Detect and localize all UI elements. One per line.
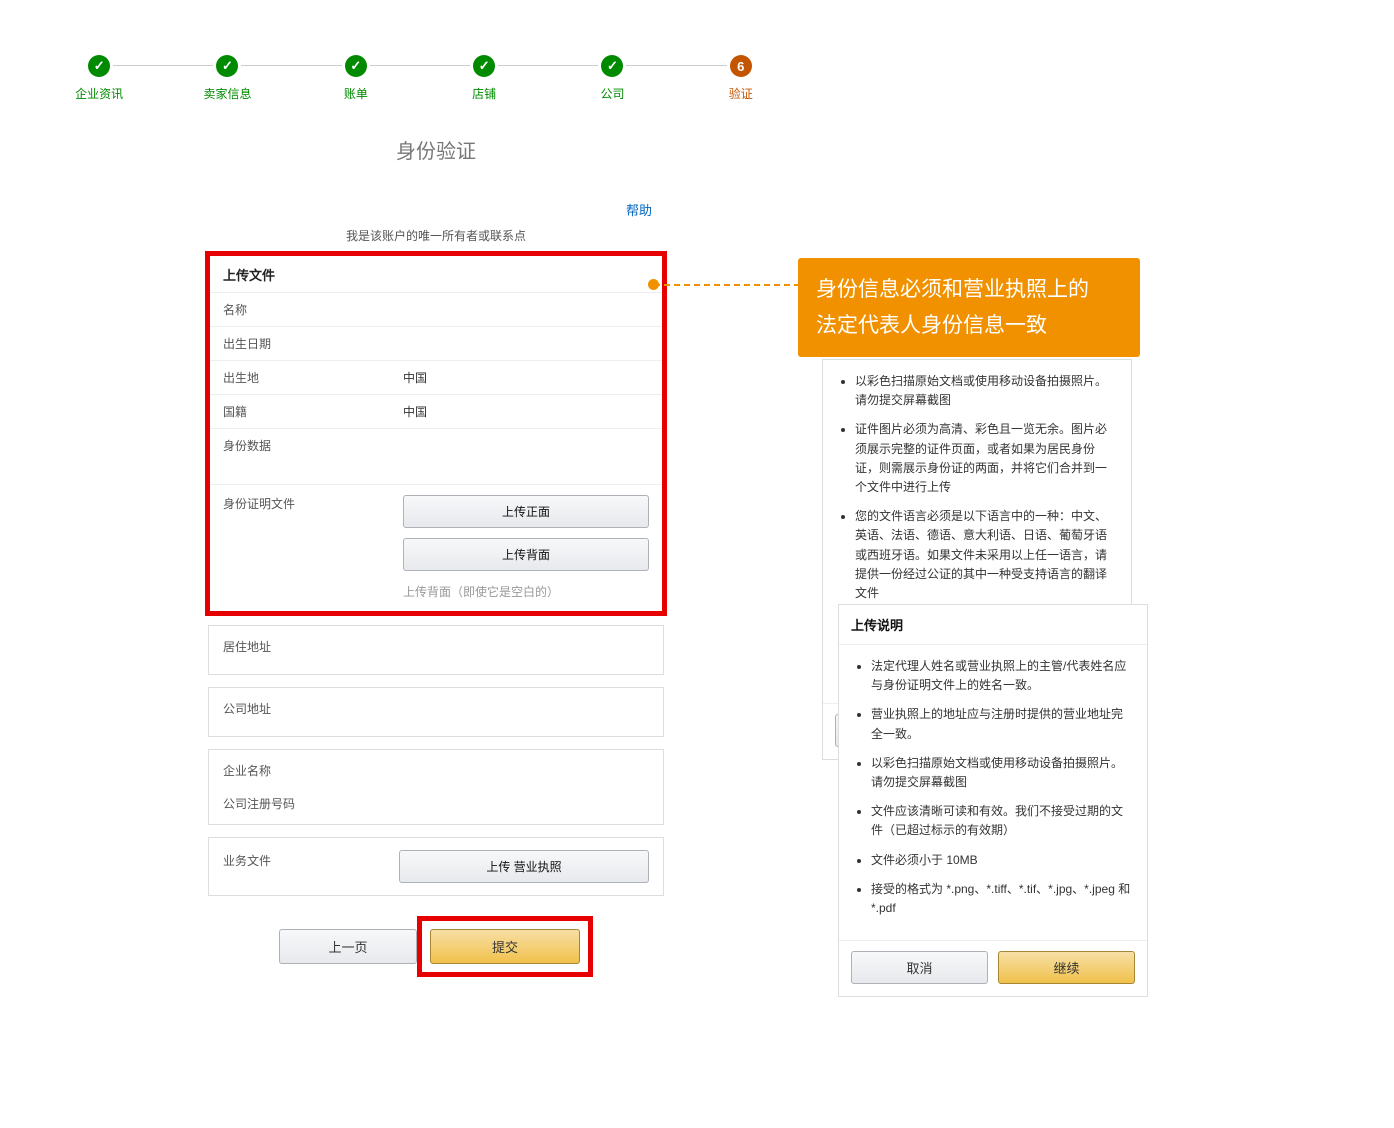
step-label: 公司 (600, 85, 624, 102)
label-company-address: 公司地址 (209, 692, 389, 725)
label-company-name: 企业名称 (209, 754, 389, 787)
annotation-connector (654, 284, 800, 286)
submit-highlight-box: 提交 (417, 916, 593, 977)
previous-button[interactable]: 上一页 (279, 929, 417, 964)
value-company-reg (389, 787, 663, 820)
panel2-title: 上传说明 (839, 605, 1147, 645)
panel2-continue-button[interactable]: 继续 (998, 951, 1135, 984)
upload-back-button[interactable]: 上传背面 (403, 538, 649, 571)
rule-item: 证件图片必须为高清、彩色且一览无余。图片必须展示完整的证件页面，或者如果为居民身… (855, 420, 1117, 497)
rule-item: 以彩色扫描原始文档或使用移动设备拍摄照片。请勿提交屏幕截图 (855, 372, 1117, 410)
residence-address-card: 居住地址 (208, 625, 664, 675)
value-residence-address (389, 630, 663, 663)
step-6: 6 验证 (677, 55, 805, 102)
upload-business-license-button[interactable]: 上传 营业执照 (399, 850, 649, 883)
label-residence-address: 居住地址 (209, 630, 389, 663)
row-name: 名称 (209, 292, 663, 326)
label-id-document: 身份证明文件 (209, 485, 389, 583)
page-title: 身份验证 (208, 135, 664, 164)
upload-instructions-panel: 上传说明 法定代理人姓名或营业执照上的主管/代表姓名应与身份证明文件上的姓名一致… (838, 604, 1148, 997)
step-3: 账单 (292, 55, 420, 102)
upload-documents-card: 上传文件 名称 出生日期 出生地 中国 国籍 中国 身份数据 身份证明文件 上传… (208, 254, 664, 613)
check-icon (601, 55, 623, 77)
step-label: 账单 (344, 85, 368, 102)
row-birthplace: 出生地 中国 (209, 360, 663, 394)
label-company-reg: 公司注册号码 (209, 787, 389, 820)
check-icon (473, 55, 495, 77)
submit-button[interactable]: 提交 (430, 929, 580, 964)
step-5: 公司 (548, 55, 676, 102)
rule-item: 法定代理人姓名或营业执照上的主管/代表姓名应与身份证明文件上的姓名一致。 (871, 657, 1133, 695)
section-title: 上传文件 (209, 255, 663, 292)
value-id-data (389, 429, 663, 476)
step-1: 企业资讯 (35, 55, 163, 102)
value-name (389, 293, 663, 326)
label-id-data: 身份数据 (209, 429, 389, 476)
value-birthplace: 中国 (389, 361, 663, 394)
step-label: 卖家信息 (203, 85, 251, 102)
step-4: 店铺 (420, 55, 548, 102)
step-label: 店铺 (472, 85, 496, 102)
label-business-document: 业务文件 (209, 842, 389, 891)
row-id-data: 身份数据 (209, 428, 663, 476)
upload-front-button[interactable]: 上传正面 (403, 495, 649, 528)
step-label: 验证 (729, 85, 753, 102)
rule-item: 以彩色扫描原始文档或使用移动设备拍摄照片。请勿提交屏幕截图 (871, 754, 1133, 792)
label-nationality: 国籍 (209, 395, 389, 428)
label-dob: 出生日期 (209, 327, 389, 360)
rule-item: 文件应该清晰可读和有效。我们不接受过期的文件（已超过标示的有效期） (871, 802, 1133, 840)
annotation-callout: 身份信息必须和营业执照上的 法定代表人身份信息一致 (798, 258, 1140, 357)
help-link[interactable]: 帮助 (626, 203, 652, 218)
main-form: 帮助 我是该账户的唯一所有者或联系点 上传文件 名称 出生日期 出生地 中国 国… (208, 180, 664, 977)
label-birthplace: 出生地 (209, 361, 389, 394)
callout-line2: 法定代表人身份信息一致 (816, 314, 1047, 337)
rule-item: 您的文件语言必须是以下语言中的一种：中文、英语、法语、德语、意大利语、日语、葡萄… (855, 507, 1117, 603)
company-address-card: 公司地址 (208, 687, 664, 737)
panel2-cancel-button[interactable]: 取消 (851, 951, 988, 984)
company-info-card: 企业名称 公司注册号码 (208, 749, 664, 825)
label-name: 名称 (209, 293, 389, 326)
step-2: 卖家信息 (163, 55, 291, 102)
business-document-card: 业务文件 上传 营业执照 (208, 837, 664, 896)
value-company-address (389, 692, 663, 725)
row-nationality: 国籍 中国 (209, 394, 663, 428)
value-company-name (389, 754, 663, 787)
rule-item: 营业执照上的地址应与注册时提供的营业地址完全一致。 (871, 705, 1133, 743)
step-current-icon: 6 (730, 55, 752, 77)
callout-line1: 身份信息必须和营业执照上的 (816, 278, 1089, 301)
upload-back-hint: 上传背面（即使它是空白的） (389, 583, 663, 612)
rule-item: 接受的格式为 *.png、*.tiff、*.tif、*.jpg、*.jpeg 和… (871, 880, 1133, 918)
check-icon (88, 55, 110, 77)
progress-stepper: 企业资讯 卖家信息 账单 店铺 公司 6 验证 (35, 55, 805, 102)
step-label: 企业资讯 (75, 85, 123, 102)
value-nationality: 中国 (389, 395, 663, 428)
rules-list-2: 法定代理人姓名或营业执照上的主管/代表姓名应与身份证明文件上的姓名一致。 营业执… (839, 645, 1147, 940)
check-icon (216, 55, 238, 77)
rule-item: 文件必须小于 10MB (871, 851, 1133, 870)
owner-statement: 我是该账户的唯一所有者或联系点 (208, 227, 664, 244)
row-id-document: 身份证明文件 上传正面 上传背面 (209, 484, 663, 583)
row-dob: 出生日期 (209, 326, 663, 360)
check-icon (345, 55, 367, 77)
value-dob (389, 327, 663, 360)
